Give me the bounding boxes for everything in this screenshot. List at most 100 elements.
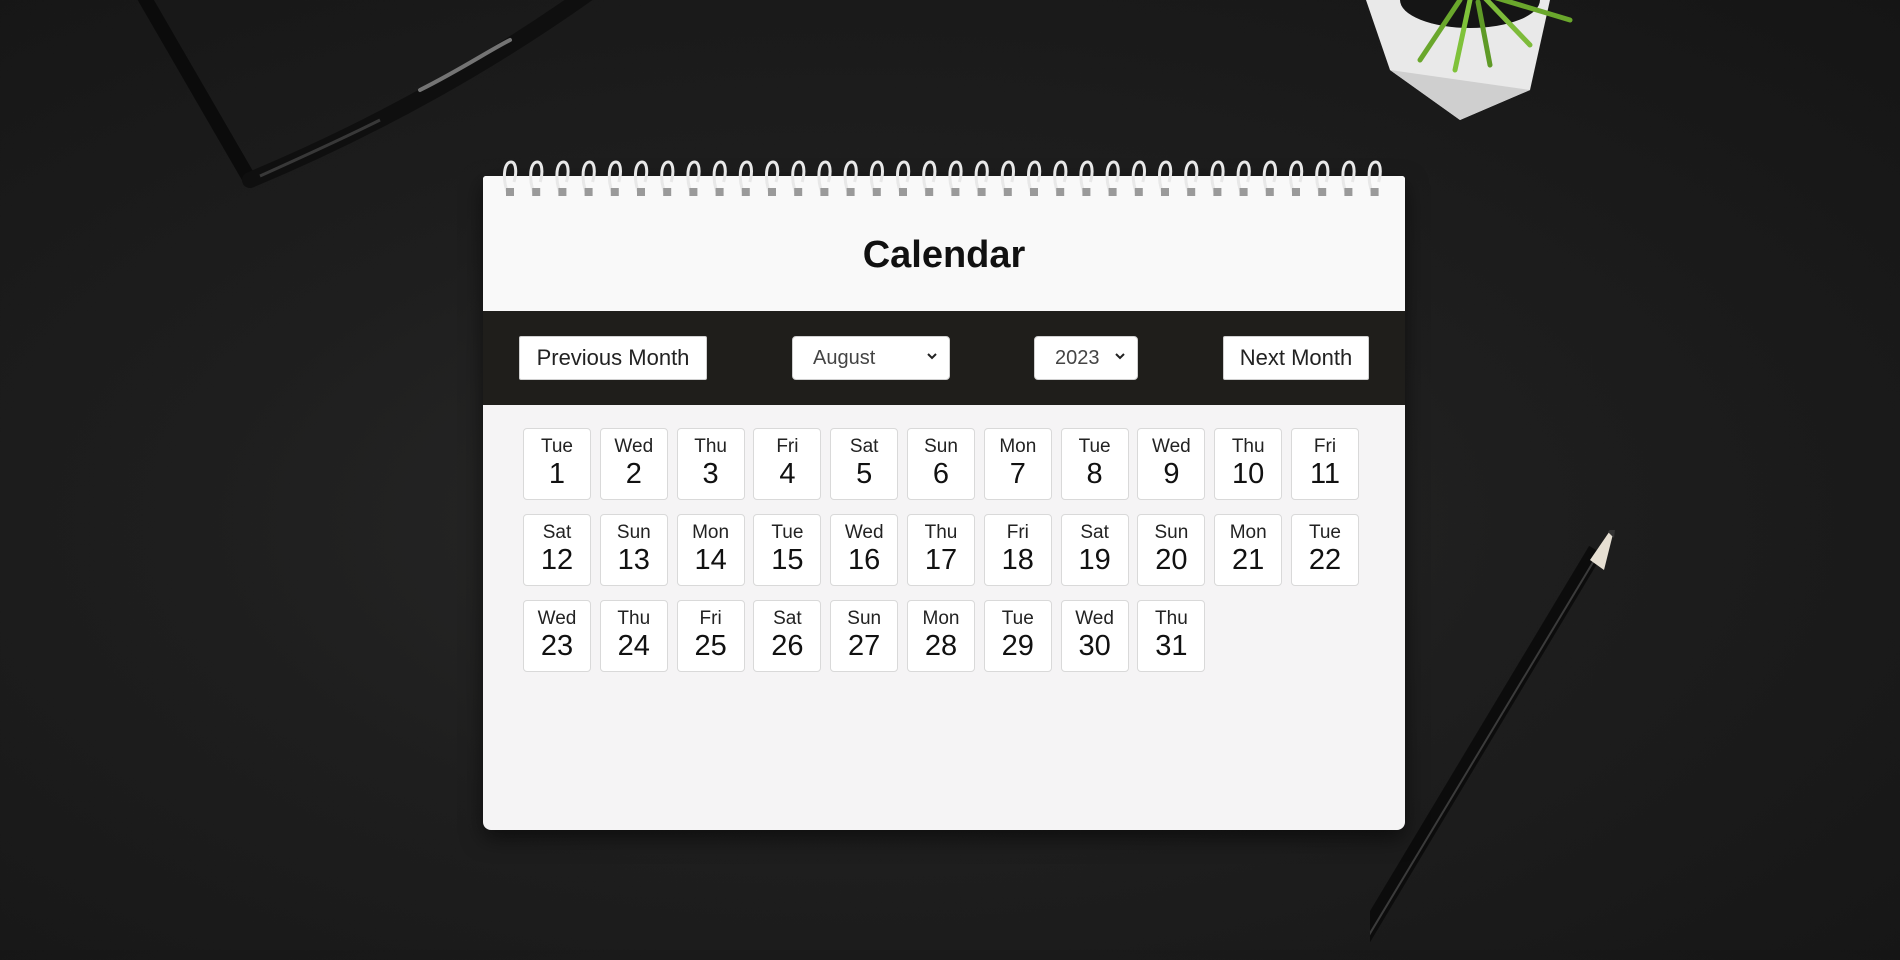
day-cell[interactable]: Fri 4 <box>753 428 822 500</box>
day-of-week-label: Mon <box>1229 522 1267 543</box>
previous-month-button[interactable]: Previous Month <box>519 336 707 380</box>
day-cell[interactable]: Sat 26 <box>753 600 822 672</box>
day-cell[interactable]: Wed 16 <box>830 514 899 586</box>
day-of-week-label: Fri <box>1006 522 1029 543</box>
spiral-hole <box>951 188 960 196</box>
day-cell[interactable]: Tue 1 <box>523 428 591 500</box>
day-cell[interactable]: Wed 9 <box>1137 428 1206 500</box>
spiral-hole <box>715 188 724 196</box>
spiral-hole <box>1030 188 1038 196</box>
spiral-hole <box>1239 188 1248 196</box>
day-of-week-label: Mon <box>692 522 730 543</box>
spiral-hole <box>1344 188 1353 196</box>
day-of-week-label: Fri <box>776 436 799 457</box>
day-cell[interactable]: Thu 3 <box>676 428 745 500</box>
month-toolbar: Previous Month August 2023 Next Month <box>483 311 1405 405</box>
day-cell[interactable]: Mon 7 <box>983 428 1052 500</box>
day-cell[interactable]: Mon 28 <box>907 600 975 672</box>
spiral-hole <box>689 188 698 196</box>
spiral-hole <box>1213 188 1222 196</box>
day-cell[interactable]: Sun 6 <box>907 428 975 500</box>
next-month-button[interactable]: Next Month <box>1223 336 1369 380</box>
day-cell[interactable]: Thu 17 <box>907 514 975 586</box>
spiral-hole <box>532 188 541 196</box>
spiral-hole <box>1161 188 1169 196</box>
day-cell[interactable]: Wed 23 <box>523 600 591 672</box>
plant-decoration <box>1366 0 1573 120</box>
day-number: 22 <box>1308 544 1342 576</box>
day-number: 16 <box>848 544 881 576</box>
spiral-hole <box>558 188 567 196</box>
day-of-week-label: Tue <box>1078 436 1111 457</box>
spiral-hole <box>1187 188 1196 196</box>
spiral-hole <box>820 188 829 196</box>
day-cell[interactable]: Fri 25 <box>676 600 745 672</box>
day-cell[interactable]: Sat 5 <box>830 428 899 500</box>
day-number: 23 <box>540 630 574 662</box>
day-of-week-label: Sun <box>1154 522 1189 543</box>
day-cell[interactable]: Sun 13 <box>599 514 668 586</box>
day-number: 1 <box>548 458 566 490</box>
spiral-hole <box>872 188 881 196</box>
month-select[interactable]: August <box>792 336 950 380</box>
day-cell[interactable]: Mon 14 <box>676 514 745 586</box>
day-number: 11 <box>1309 458 1341 490</box>
day-cell[interactable]: Wed 2 <box>599 428 668 500</box>
day-cell[interactable]: Wed 30 <box>1060 600 1129 672</box>
day-number: 2 <box>625 458 642 490</box>
day-number: 4 <box>779 458 796 490</box>
day-of-week-label: Wed <box>614 436 654 457</box>
day-of-week-label: Wed <box>1075 608 1114 629</box>
month-select-value: August <box>813 346 876 369</box>
pencil-decoration <box>1370 530 1615 943</box>
day-of-week-label: Tue <box>540 436 574 457</box>
day-cell[interactable]: Thu 24 <box>599 600 668 672</box>
day-number: 18 <box>1001 544 1034 576</box>
spiral-hole <box>663 188 672 196</box>
year-select-value: 2023 <box>1055 346 1100 369</box>
day-of-week-label: Tue <box>771 522 804 543</box>
day-of-week-label: Wed <box>1152 436 1191 457</box>
day-number: 31 <box>1155 630 1188 662</box>
day-number: 17 <box>924 544 958 576</box>
day-number: 14 <box>694 544 727 576</box>
day-cell[interactable]: Sat 19 <box>1060 514 1129 586</box>
day-number: 15 <box>771 544 804 576</box>
spiral-hole <box>1318 188 1327 196</box>
spiral-hole <box>977 188 986 196</box>
day-cell[interactable]: Mon 21 <box>1214 514 1283 586</box>
day-of-week-label: Sun <box>847 608 882 629</box>
chevron-down-icon <box>1115 353 1125 360</box>
spiral-hole <box>925 188 934 196</box>
day-cell[interactable]: Tue 29 <box>983 600 1052 672</box>
day-number: 8 <box>1086 458 1103 490</box>
day-cell[interactable]: Tue 22 <box>1291 514 1359 586</box>
day-cell[interactable]: Tue 8 <box>1060 428 1129 500</box>
day-cell[interactable]: Sun 27 <box>830 600 899 672</box>
day-cell[interactable]: Sat 12 <box>523 514 591 586</box>
day-cell[interactable]: Thu 10 <box>1214 428 1283 500</box>
day-number: 7 <box>1009 458 1026 490</box>
spiral-hole <box>610 188 619 196</box>
day-of-week-label: Sat <box>542 522 572 543</box>
day-of-week-label: Sun <box>924 436 958 457</box>
spiral-hole <box>768 188 776 196</box>
day-cell[interactable]: Tue 15 <box>753 514 822 586</box>
day-number: 21 <box>1232 544 1265 576</box>
day-of-week-label: Sun <box>616 522 651 543</box>
day-cell[interactable]: Thu 31 <box>1137 600 1206 672</box>
day-of-week-label: Sat <box>849 436 879 457</box>
year-select[interactable]: 2023 <box>1034 336 1138 380</box>
day-cell[interactable]: Fri 11 <box>1291 428 1359 500</box>
day-of-week-label: Sat <box>1080 522 1109 543</box>
spiral-hole <box>1003 188 1012 196</box>
spiral-hole <box>741 188 750 196</box>
day-number: 10 <box>1232 458 1265 490</box>
spiral-hole <box>1134 188 1143 196</box>
day-cell[interactable]: Sun 20 <box>1137 514 1206 586</box>
spiral-hole <box>1292 188 1300 196</box>
spiral-hole <box>794 188 803 196</box>
spiral-hole <box>899 188 907 196</box>
day-cell[interactable]: Fri 18 <box>983 514 1052 586</box>
day-number: 9 <box>1163 458 1180 490</box>
